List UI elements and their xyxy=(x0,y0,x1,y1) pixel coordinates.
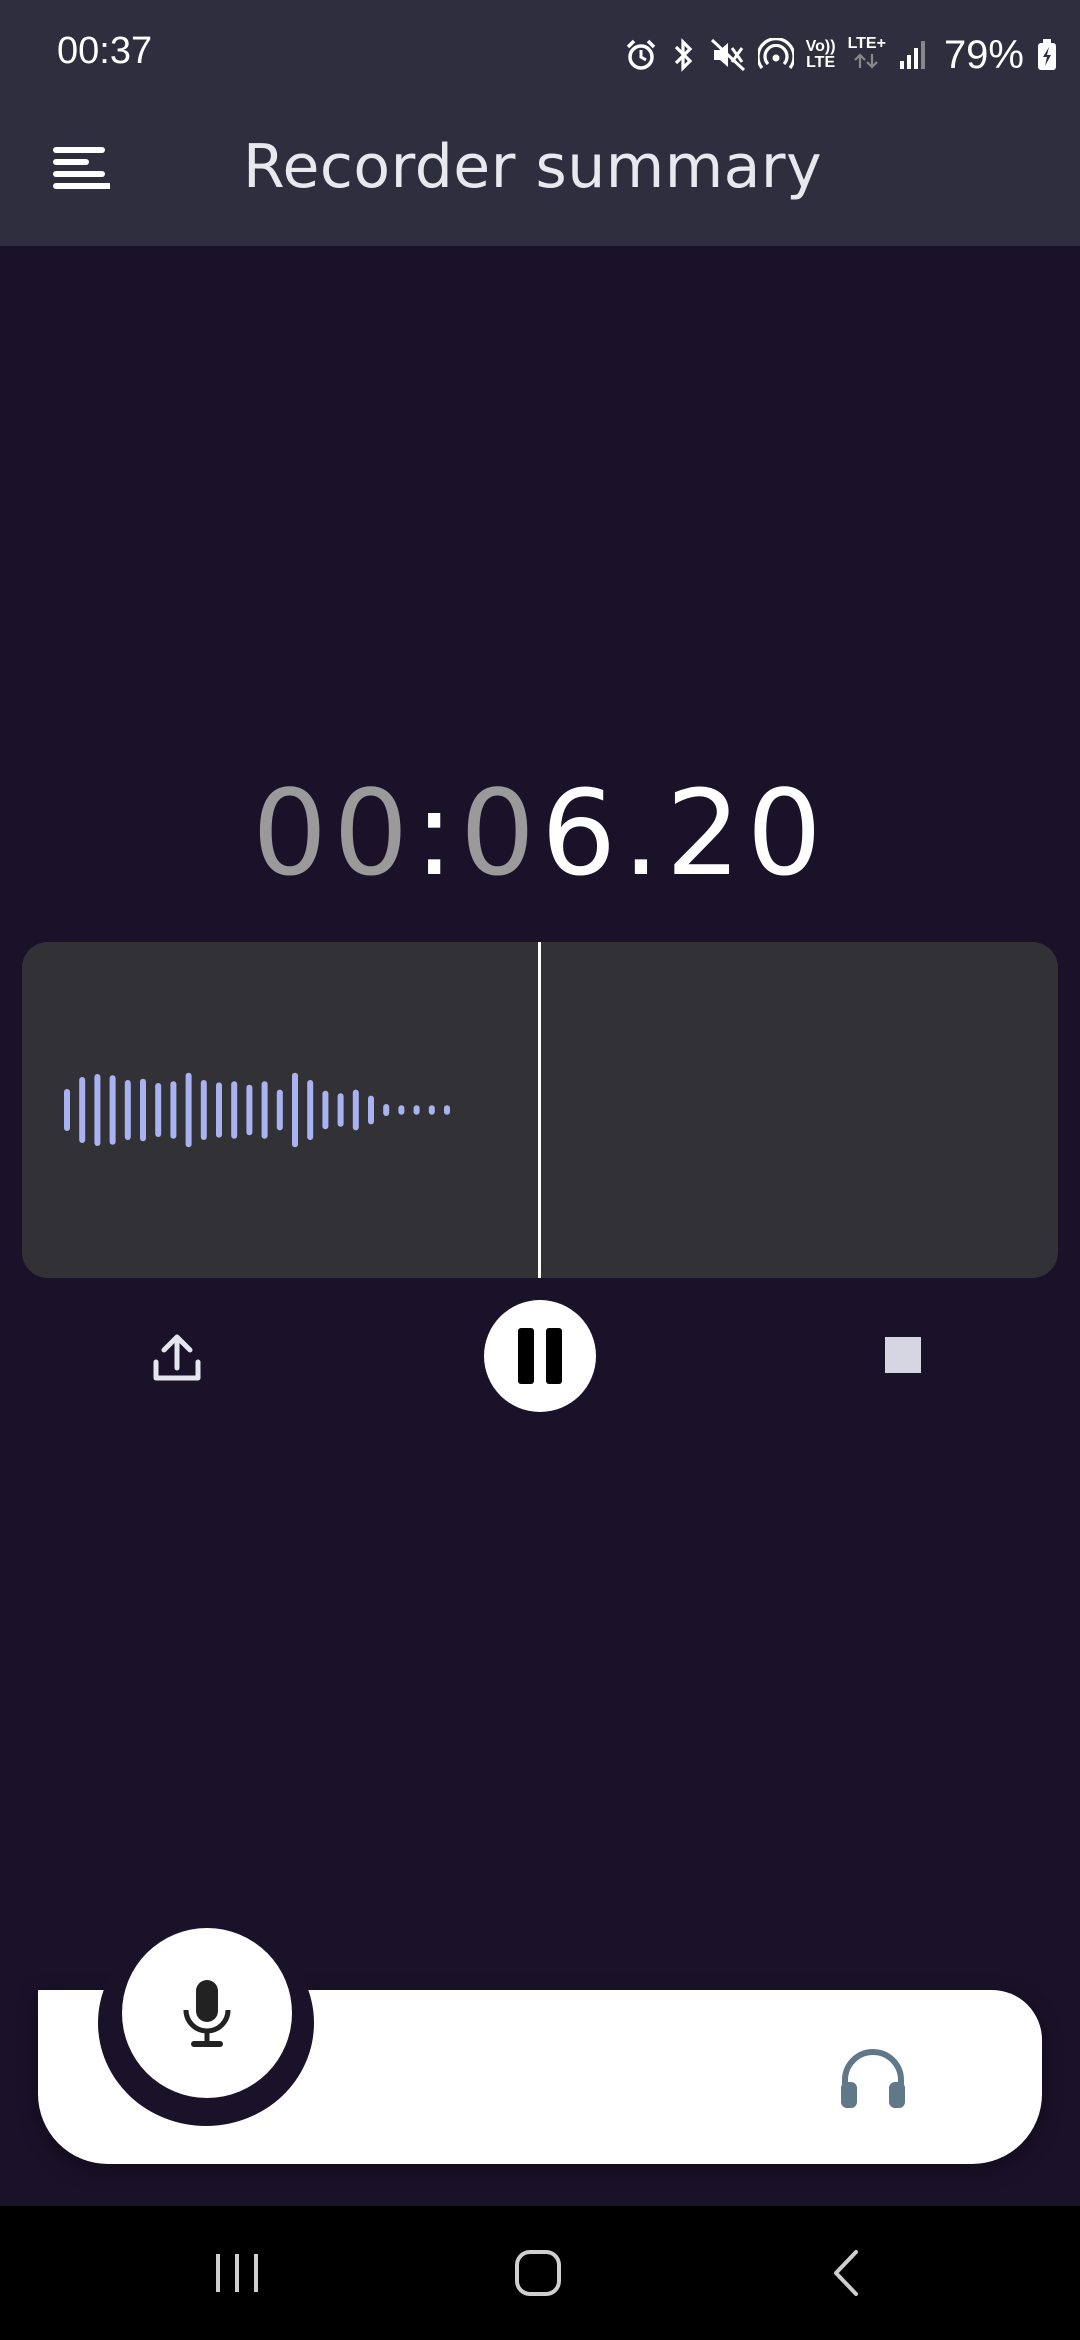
waveform-bar xyxy=(307,1080,314,1140)
timer-minutes: 00 xyxy=(252,764,415,902)
waveform-bar xyxy=(444,1105,450,1115)
waveform-bar xyxy=(124,1080,131,1140)
record-tab-button[interactable] xyxy=(122,1928,292,2098)
stop-icon xyxy=(885,1337,921,1373)
alarm-icon xyxy=(624,38,658,72)
waveform-bar xyxy=(155,1083,162,1137)
lte-plus-text: LTE+ xyxy=(847,35,886,52)
waveform-bar xyxy=(428,1105,435,1115)
waveform-bar xyxy=(170,1081,177,1139)
waveform-bar xyxy=(352,1089,359,1131)
waveform-bar xyxy=(413,1105,420,1115)
waveform-panel[interactable] xyxy=(22,942,1058,1278)
waveform-bar xyxy=(216,1082,222,1138)
recents-icon[interactable] xyxy=(210,2250,264,2296)
waveform-bar xyxy=(79,1077,86,1143)
waveform-bar xyxy=(368,1095,374,1125)
timer-separator-1: : xyxy=(414,764,461,902)
home-icon[interactable] xyxy=(513,2246,567,2300)
waveform-bar xyxy=(231,1081,238,1139)
hotspot-icon xyxy=(757,38,794,72)
battery-percent: 79% xyxy=(943,32,1024,77)
waveform-bar xyxy=(94,1074,101,1146)
waveform-bar xyxy=(185,1072,192,1148)
playhead xyxy=(538,942,541,1278)
back-icon[interactable] xyxy=(826,2246,866,2300)
app-bar: Recorder summary xyxy=(0,110,1080,246)
waveform-bar xyxy=(292,1072,298,1148)
waveform-bar xyxy=(246,1084,253,1136)
page-title: Recorder summary xyxy=(243,132,823,202)
waveform-bar xyxy=(200,1080,207,1140)
timer-separator-2: . xyxy=(622,764,666,902)
waveform-bar xyxy=(109,1075,116,1145)
system-navigation-bar xyxy=(0,2206,1080,2340)
lte-plus-icon: LTE+ xyxy=(848,36,886,74)
timer-seconds-units: 6 xyxy=(541,764,623,902)
status-time: 00:37 xyxy=(57,30,153,72)
volte-icon: Vo)) LTE xyxy=(806,39,836,71)
waveform-bar xyxy=(337,1093,344,1127)
waveform-bar xyxy=(276,1089,283,1131)
microphone-icon xyxy=(183,1980,231,2047)
pause-icon xyxy=(518,1328,562,1384)
status-icons: Vo)) LTE LTE+ 79% xyxy=(624,30,1058,80)
timer-seconds-tens: 0 xyxy=(460,764,542,902)
menu-button[interactable] xyxy=(44,132,116,204)
share-button[interactable] xyxy=(136,1320,218,1396)
status-bar: 00:37 Vo)) LTE LTE+ 79% xyxy=(0,0,1080,110)
mute-icon xyxy=(710,38,746,72)
waveform-bar xyxy=(261,1081,268,1139)
recording-controls xyxy=(0,1300,1080,1416)
top-area: 00:37 Vo)) LTE LTE+ 79% Recorder summary xyxy=(0,0,1080,246)
waveform-bar xyxy=(322,1090,329,1130)
waveform-bar xyxy=(140,1078,146,1142)
bluetooth-icon xyxy=(670,37,698,73)
timer-hundredths: 20 xyxy=(665,764,828,902)
waveform-bar xyxy=(383,1104,390,1116)
waveform-bar xyxy=(64,1089,70,1131)
volte-top-text: Vo)) xyxy=(805,38,836,55)
volte-bottom-text: LTE xyxy=(806,54,836,71)
listen-tab-button[interactable] xyxy=(832,2042,914,2116)
share-upload-icon xyxy=(153,1334,201,1381)
signal-icon xyxy=(898,39,928,71)
menu-icon xyxy=(53,147,110,189)
battery-charging-icon xyxy=(1036,38,1058,72)
pause-button[interactable] xyxy=(484,1300,596,1412)
headphones-icon xyxy=(841,2049,905,2108)
waveform-bar xyxy=(398,1105,405,1115)
stop-button[interactable] xyxy=(868,1320,938,1390)
recording-timer: 00:06.20 xyxy=(0,764,1080,902)
